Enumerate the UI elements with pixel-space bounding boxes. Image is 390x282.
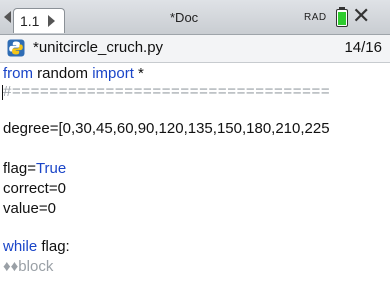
assign-op: = (27, 160, 36, 177)
code-line-value[interactable]: value=0 (3, 200, 56, 217)
line-position: 14/16 (344, 39, 382, 56)
import-star: * (133, 65, 144, 82)
code-line-while[interactable]: while flag: (3, 238, 70, 255)
code-line-flag[interactable]: flag=True (3, 160, 66, 177)
code-line-degree[interactable]: degree=[0,30,45,60,90,120,135,150,180,21… (3, 120, 330, 137)
keyword-from: from (3, 65, 33, 82)
var-flag: flag (3, 160, 28, 177)
previous-page-arrow-icon[interactable] (4, 11, 11, 23)
code-editor[interactable]: from random import * #==================… (0, 62, 390, 282)
angle-mode-indicator: RAD (304, 12, 327, 23)
tab-page-1-1[interactable]: 1.1 (13, 8, 65, 33)
python-file-header: *unitcircle_cruch.py 14/16 (0, 35, 390, 63)
code-line-comment[interactable]: #================================== (3, 83, 330, 100)
close-icon[interactable]: ✕ (352, 4, 370, 28)
keyword-true: True (35, 160, 67, 177)
code-line-block-placeholder[interactable]: ♦♦block (3, 258, 53, 275)
document-tab-bar: 1.1 *Doc RAD ✕ (0, 0, 390, 35)
code-line-correct[interactable]: correct=0 (3, 180, 66, 197)
tab-label: 1.1 (20, 13, 40, 29)
battery-level (338, 12, 346, 25)
next-page-arrow-icon[interactable] (48, 15, 55, 27)
module-name: random (33, 65, 93, 82)
keyword-import: import (92, 65, 134, 82)
file-name: *unitcircle_cruch.py (33, 39, 164, 56)
battery-icon (336, 9, 348, 27)
python-file-icon (7, 39, 25, 57)
code-line-import[interactable]: from random import * (3, 65, 144, 82)
document-title: *Doc (170, 10, 199, 25)
keyword-while: while (3, 238, 38, 255)
while-condition: flag: (37, 238, 70, 255)
